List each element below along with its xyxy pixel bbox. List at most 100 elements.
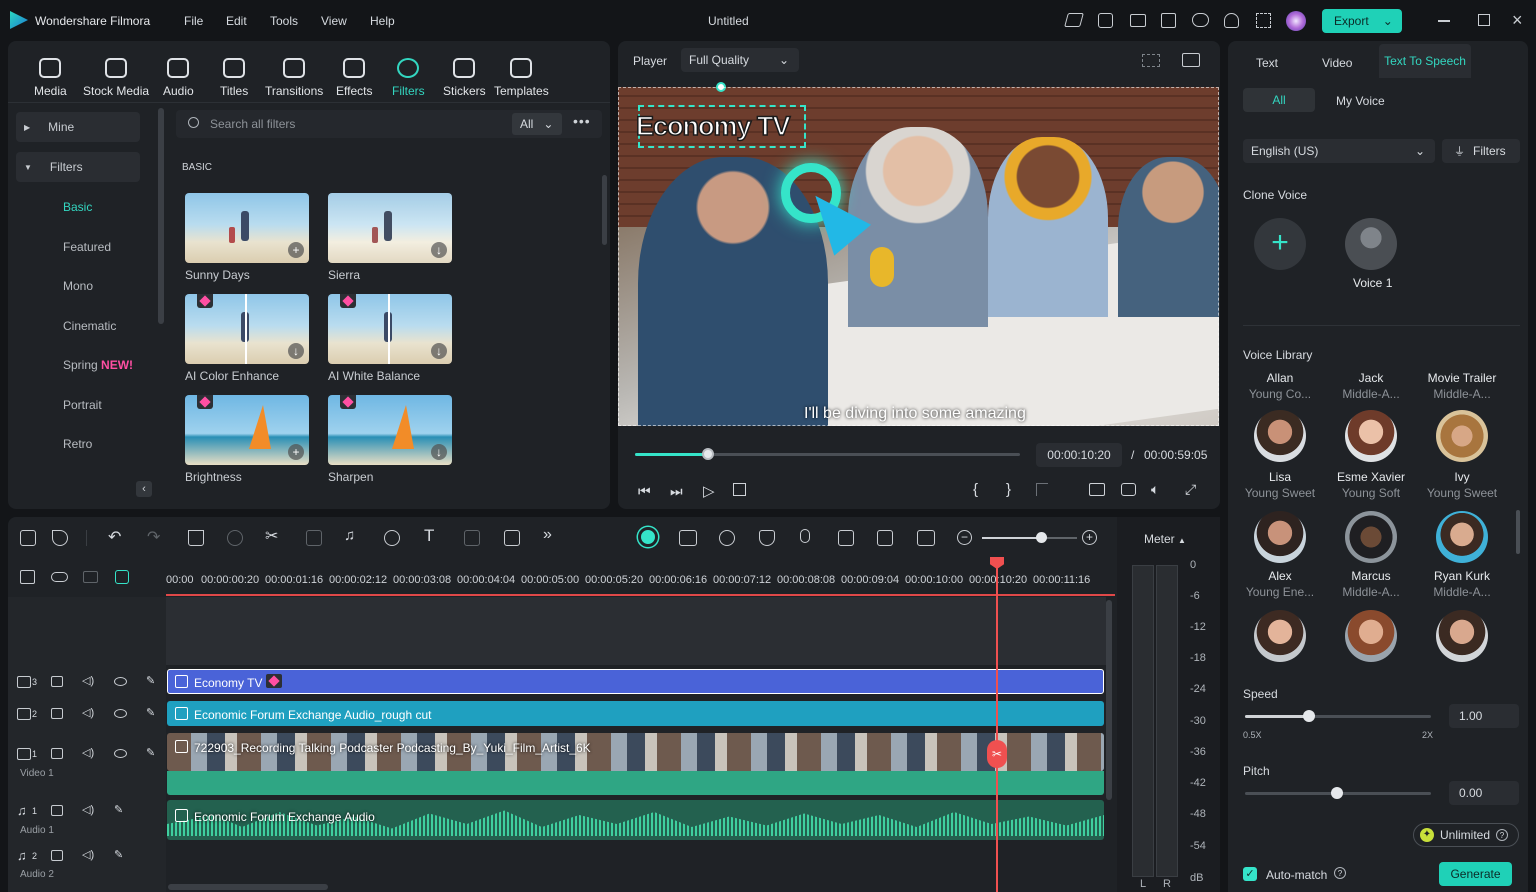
eye-icon[interactable]: [114, 677, 127, 686]
voice-ryan-kurk[interactable]: Ryan Kurk Middle-A...: [1417, 569, 1507, 599]
download-icon[interactable]: ↓: [288, 343, 304, 359]
speaker-icon[interactable]: ◁): [82, 706, 94, 719]
camera-record-icon[interactable]: [679, 530, 697, 546]
voice-esme-xavier[interactable]: Esme Xavier Young Soft: [1326, 470, 1416, 500]
headset-icon[interactable]: [1224, 13, 1239, 28]
voice-jack[interactable]: Jack Middle-A...: [1326, 371, 1416, 401]
mute-pen-icon[interactable]: ✎: [146, 706, 155, 719]
voice-list-scrollbar[interactable]: [1516, 510, 1520, 554]
tab-templates[interactable]: Templates: [494, 58, 549, 98]
subtab-my-voice[interactable]: My Voice: [1336, 94, 1385, 108]
more-options-icon[interactable]: •••: [573, 113, 591, 129]
next-frame-icon[interactable]: ⏭: [670, 483, 683, 500]
microphone-icon[interactable]: [800, 529, 810, 543]
calendar-icon[interactable]: [1098, 13, 1113, 28]
play-icon[interactable]: ▷: [703, 482, 715, 500]
zoom-in-icon[interactable]: +: [1082, 530, 1097, 545]
snap-magnet-icon[interactable]: [115, 570, 129, 584]
subtab-all[interactable]: All: [1243, 88, 1315, 112]
speed-icon[interactable]: [384, 530, 400, 546]
avatar-voice-row4-2[interactable]: [1345, 610, 1397, 662]
tab-video[interactable]: Video: [1322, 56, 1352, 70]
stop-icon[interactable]: [733, 483, 746, 496]
voice-movie-trailer[interactable]: Movie Trailer Middle-A...: [1417, 371, 1507, 401]
cloud-upload-icon[interactable]: [1192, 13, 1209, 27]
sidebar-scrollbar[interactable]: [158, 108, 164, 324]
pitch-handle[interactable]: [1331, 787, 1343, 799]
sidebar-item-featured[interactable]: Featured: [63, 240, 111, 254]
avatar-voice-row4-1[interactable]: [1254, 610, 1306, 662]
search-scope-select[interactable]: All ⌄: [512, 113, 562, 135]
replace-icon[interactable]: [877, 530, 893, 546]
filter-thumb-ai-color-enhance[interactable]: ↓: [185, 294, 309, 364]
sidebar-item-basic[interactable]: Basic: [63, 200, 92, 214]
maximize-button[interactable]: [1478, 14, 1490, 26]
marker-flag-icon[interactable]: [1036, 483, 1048, 496]
clip-economy-tv[interactable]: [167, 669, 1104, 694]
avatar-lisa[interactable]: [1254, 410, 1306, 462]
timeline-v-scrollbar[interactable]: [1106, 600, 1112, 800]
camera-snapshot-icon[interactable]: [1121, 483, 1136, 496]
display-settings-icon[interactable]: [1089, 483, 1105, 496]
voice-1-avatar[interactable]: [1345, 218, 1397, 270]
generate-button[interactable]: Generate: [1439, 862, 1512, 886]
layout-icon[interactable]: [20, 530, 36, 546]
tab-stock-media[interactable]: Stock Media: [83, 58, 149, 98]
scissors-icon[interactable]: ✂: [265, 526, 278, 546]
grid-scrollbar[interactable]: [602, 175, 607, 245]
folder-icon[interactable]: [51, 676, 63, 687]
fullscreen-icon[interactable]: ⤢: [1185, 481, 1196, 498]
voice-ivy[interactable]: Ivy Young Sweet: [1417, 470, 1507, 500]
minimize-button[interactable]: [1438, 20, 1450, 22]
filter-thumb-brightness[interactable]: +: [185, 395, 309, 465]
avatar-ryan-kurk[interactable]: [1436, 511, 1488, 563]
voice-marcus[interactable]: Marcus Middle-A...: [1326, 569, 1416, 599]
crop-icon[interactable]: [306, 530, 322, 546]
menu-view[interactable]: View: [321, 14, 347, 28]
folder-icon[interactable]: [51, 748, 63, 759]
eye-icon[interactable]: [114, 749, 127, 758]
current-time[interactable]: 00:00:10:20: [1036, 443, 1122, 467]
tab-stickers[interactable]: Stickers: [443, 58, 486, 98]
help-icon[interactable]: ?: [1334, 867, 1346, 879]
collapse-sidebar-button[interactable]: ‹: [136, 481, 152, 497]
language-select[interactable]: English (US) ⌄: [1243, 139, 1435, 163]
menu-tools[interactable]: Tools: [270, 14, 298, 28]
menu-edit[interactable]: Edit: [226, 14, 247, 28]
unlimited-badge[interactable]: ✦ Unlimited?: [1413, 823, 1519, 847]
save-icon[interactable]: [1161, 13, 1176, 28]
prev-frame-icon[interactable]: ⏮: [638, 483, 651, 500]
add-icon[interactable]: +: [288, 242, 304, 258]
mark-in-icon[interactable]: {: [973, 481, 978, 498]
download-icon[interactable]: ↓: [431, 444, 447, 460]
avatar-ivy[interactable]: [1436, 410, 1488, 462]
quality-select[interactable]: Full Quality ⌄: [681, 48, 799, 72]
tab-text-to-speech[interactable]: Text To Speech: [1379, 44, 1471, 78]
mute-pen-icon[interactable]: ✎: [114, 848, 123, 861]
speed-handle[interactable]: [1303, 710, 1315, 722]
sidebar-mine[interactable]: ▶ Mine: [16, 112, 140, 142]
sidebar-item-cinematic[interactable]: Cinematic: [63, 319, 116, 333]
mute-pen-icon[interactable]: ✎: [114, 803, 123, 816]
filters-button[interactable]: ⏚ Filters: [1442, 139, 1520, 163]
filter-thumb-sunny-days[interactable]: +: [185, 193, 309, 263]
tab-audio[interactable]: Audio: [163, 58, 194, 98]
speaker-icon[interactable]: ◁): [82, 803, 94, 816]
fit-timeline-icon[interactable]: [917, 530, 935, 546]
timeline-h-scrollbar[interactable]: [168, 884, 328, 890]
tab-media[interactable]: Media: [34, 58, 67, 98]
delete-icon[interactable]: [188, 530, 204, 546]
menu-file[interactable]: File: [184, 14, 203, 28]
folder-icon[interactable]: [51, 850, 63, 861]
avatar-marcus[interactable]: [1345, 511, 1397, 563]
sidebar-filters[interactable]: ▼ Filters: [16, 152, 140, 182]
snapshot-image-icon[interactable]: [1182, 53, 1200, 67]
tab-titles[interactable]: Titles: [220, 58, 248, 98]
search-input[interactable]: Search all filters: [210, 117, 295, 131]
close-button[interactable]: ×: [1512, 10, 1523, 31]
auto-match-checkbox[interactable]: ✓: [1243, 867, 1257, 881]
playhead-line[interactable]: [996, 566, 998, 892]
mark-out-icon[interactable]: }: [1006, 481, 1011, 498]
shield-icon[interactable]: [759, 530, 775, 546]
speaker-icon[interactable]: ◁): [82, 848, 94, 861]
